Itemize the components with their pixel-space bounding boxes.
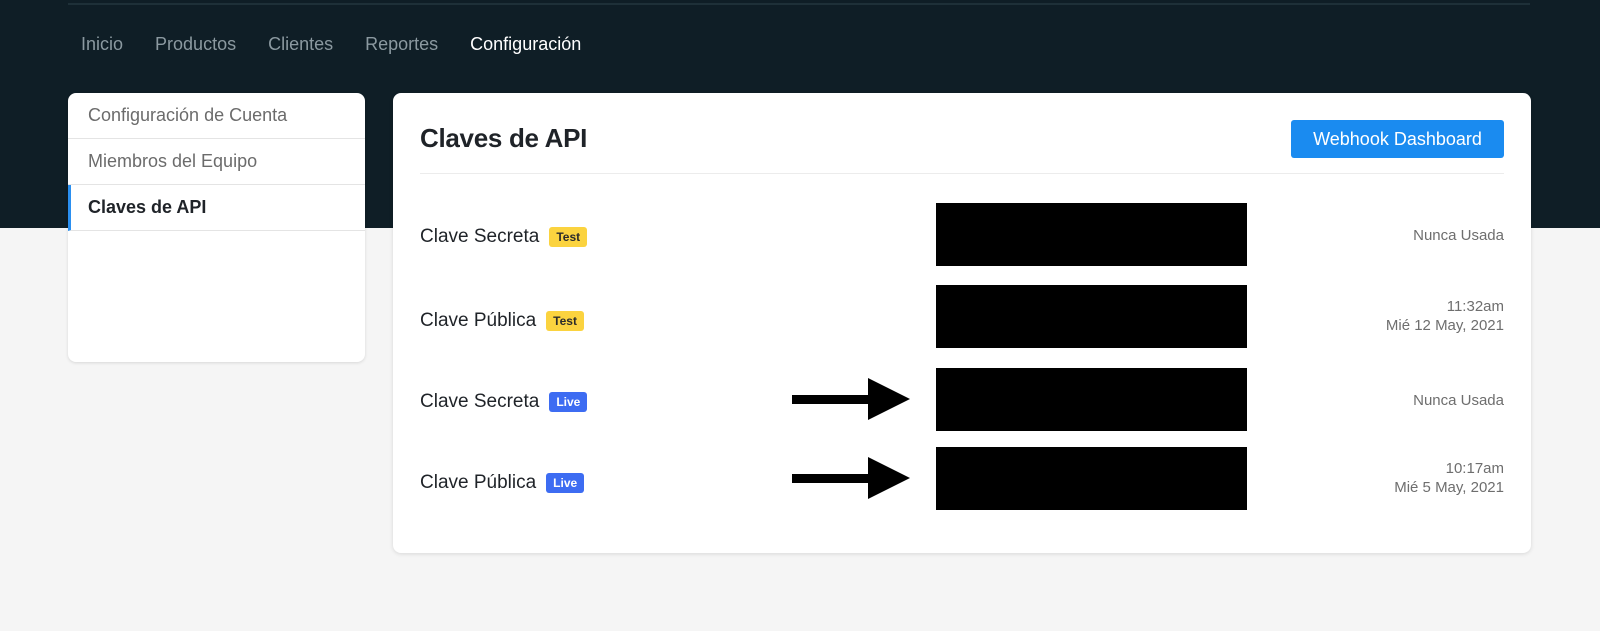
key-label-group: Clave Secreta Test	[420, 226, 588, 248]
settings-sidebar: Configuración de Cuenta Miembros del Equ…	[68, 93, 365, 362]
right-arrow-icon	[792, 378, 910, 420]
api-keys-panel: Claves de API Webhook Dashboard Clave Se…	[393, 93, 1531, 553]
last-used-line1: 11:32am	[1446, 298, 1504, 315]
last-used-line1: 10:17am	[1445, 460, 1504, 477]
nav-inicio[interactable]: Inicio	[81, 34, 123, 55]
sidebar-item-account-settings[interactable]: Configuración de Cuenta	[68, 93, 365, 139]
nav-productos[interactable]: Productos	[155, 34, 236, 55]
key-last-used: Nunca Usada	[1413, 226, 1504, 245]
top-nav: Inicio Productos Clientes Reportes Confi…	[81, 30, 581, 58]
last-used-line1: Nunca Usada	[1413, 392, 1504, 409]
environment-badge: Test	[546, 311, 584, 331]
key-label-group: Clave Secreta Live	[420, 391, 588, 413]
panel-divider	[420, 173, 1504, 174]
key-value-redacted[interactable]	[936, 285, 1247, 348]
key-value-redacted[interactable]	[936, 203, 1247, 266]
key-last-used: 11:32am Mié 12 May, 2021	[1386, 297, 1504, 335]
key-value-redacted[interactable]	[936, 447, 1247, 510]
environment-badge: Test	[549, 227, 588, 247]
key-value-redacted[interactable]	[936, 368, 1247, 431]
key-label: Clave Secreta	[420, 391, 540, 412]
webhook-dashboard-button[interactable]: Webhook Dashboard	[1291, 120, 1504, 158]
key-last-used: Nunca Usada	[1413, 391, 1504, 410]
last-used-line2: Mié 5 May, 2021	[1394, 479, 1504, 496]
key-label: Clave Pública	[420, 472, 537, 493]
header-divider	[68, 3, 1530, 5]
right-arrow-icon	[792, 457, 910, 499]
environment-badge: Live	[546, 473, 585, 493]
environment-badge: Live	[549, 392, 588, 412]
last-used-line2: Mié 12 May, 2021	[1385, 317, 1504, 334]
key-label: Clave Secreta	[420, 226, 540, 247]
nav-configuracion[interactable]: Configuración	[470, 34, 581, 55]
sidebar-item-api-keys[interactable]: Claves de API	[68, 185, 365, 231]
key-label-group: Clave Pública Test	[420, 310, 584, 332]
nav-clientes[interactable]: Clientes	[268, 34, 333, 55]
key-label-group: Clave Pública Live	[420, 472, 585, 494]
nav-reportes[interactable]: Reportes	[365, 34, 438, 55]
last-used-line1: Nunca Usada	[1413, 227, 1504, 244]
key-label: Clave Pública	[420, 310, 537, 331]
sidebar-item-team-members[interactable]: Miembros del Equipo	[68, 139, 365, 185]
key-last-used: 10:17am Mié 5 May, 2021	[1394, 459, 1504, 497]
page-title: Claves de API	[420, 123, 588, 153]
